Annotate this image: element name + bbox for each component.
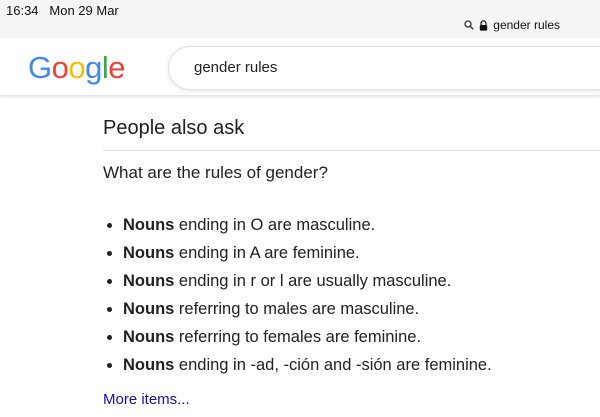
- status-time: 16:34 Mon 29 Mar: [6, 3, 119, 18]
- more-items-link[interactable]: More items...: [103, 391, 190, 408]
- list-item: Nouns referring to males are masculine.: [123, 299, 492, 327]
- status-bar: 16:34 Mon 29 Mar gender rules: [0, 0, 600, 38]
- list-item: Nouns referring to females are feminine.: [123, 327, 492, 355]
- search-query-text: gender rules: [194, 59, 278, 76]
- list-item: Nouns ending in -ad, -ción and -sión are…: [123, 355, 492, 383]
- logo-letter-o: o: [68, 50, 86, 85]
- logo-letter-g: g: [85, 50, 102, 85]
- url-bar[interactable]: gender rules: [464, 18, 560, 32]
- divider: [103, 150, 600, 151]
- search-input[interactable]: gender rules: [168, 46, 600, 90]
- list-item-bold: Nouns: [123, 356, 175, 374]
- list-item-text: ending in -ad, -ción and -sión are femin…: [174, 356, 492, 374]
- status-clock: 16:34: [6, 3, 39, 18]
- status-date: Mon 29 Mar: [49, 3, 119, 18]
- answer-list: Nouns ending in O are masculine. Nouns e…: [101, 215, 492, 383]
- list-item-text: referring to females are feminine.: [174, 328, 422, 346]
- list-item-text: referring to males are masculine.: [174, 300, 420, 318]
- list-item: Nouns ending in r or l are usually mascu…: [123, 271, 492, 299]
- logo-letter-g: G: [28, 50, 52, 85]
- list-item-text: ending in A are feminine.: [174, 244, 360, 262]
- lock-icon: [480, 19, 488, 31]
- list-item-bold: Nouns: [123, 244, 175, 262]
- logo-letter-e: e: [108, 50, 126, 85]
- url-text: gender rules: [493, 18, 560, 32]
- list-item: Nouns ending in O are masculine.: [123, 215, 492, 243]
- search-icon: [464, 20, 474, 30]
- list-item: Nouns ending in A are feminine.: [123, 243, 492, 271]
- google-logo[interactable]: Google: [28, 50, 126, 85]
- list-item-bold: Nouns: [123, 328, 175, 346]
- search-header: Google gender rules: [0, 38, 600, 95]
- list-item-text: ending in O are masculine.: [174, 216, 376, 234]
- logo-letter-o: o: [51, 50, 69, 85]
- paa-question[interactable]: What are the rules of gender?: [103, 163, 328, 183]
- list-item-bold: Nouns: [123, 272, 175, 290]
- list-item-bold: Nouns: [123, 300, 175, 318]
- list-item-bold: Nouns: [123, 216, 175, 234]
- people-also-ask-heading: People also ask: [103, 117, 245, 139]
- list-item-text: ending in r or l are usually masculine.: [174, 272, 452, 290]
